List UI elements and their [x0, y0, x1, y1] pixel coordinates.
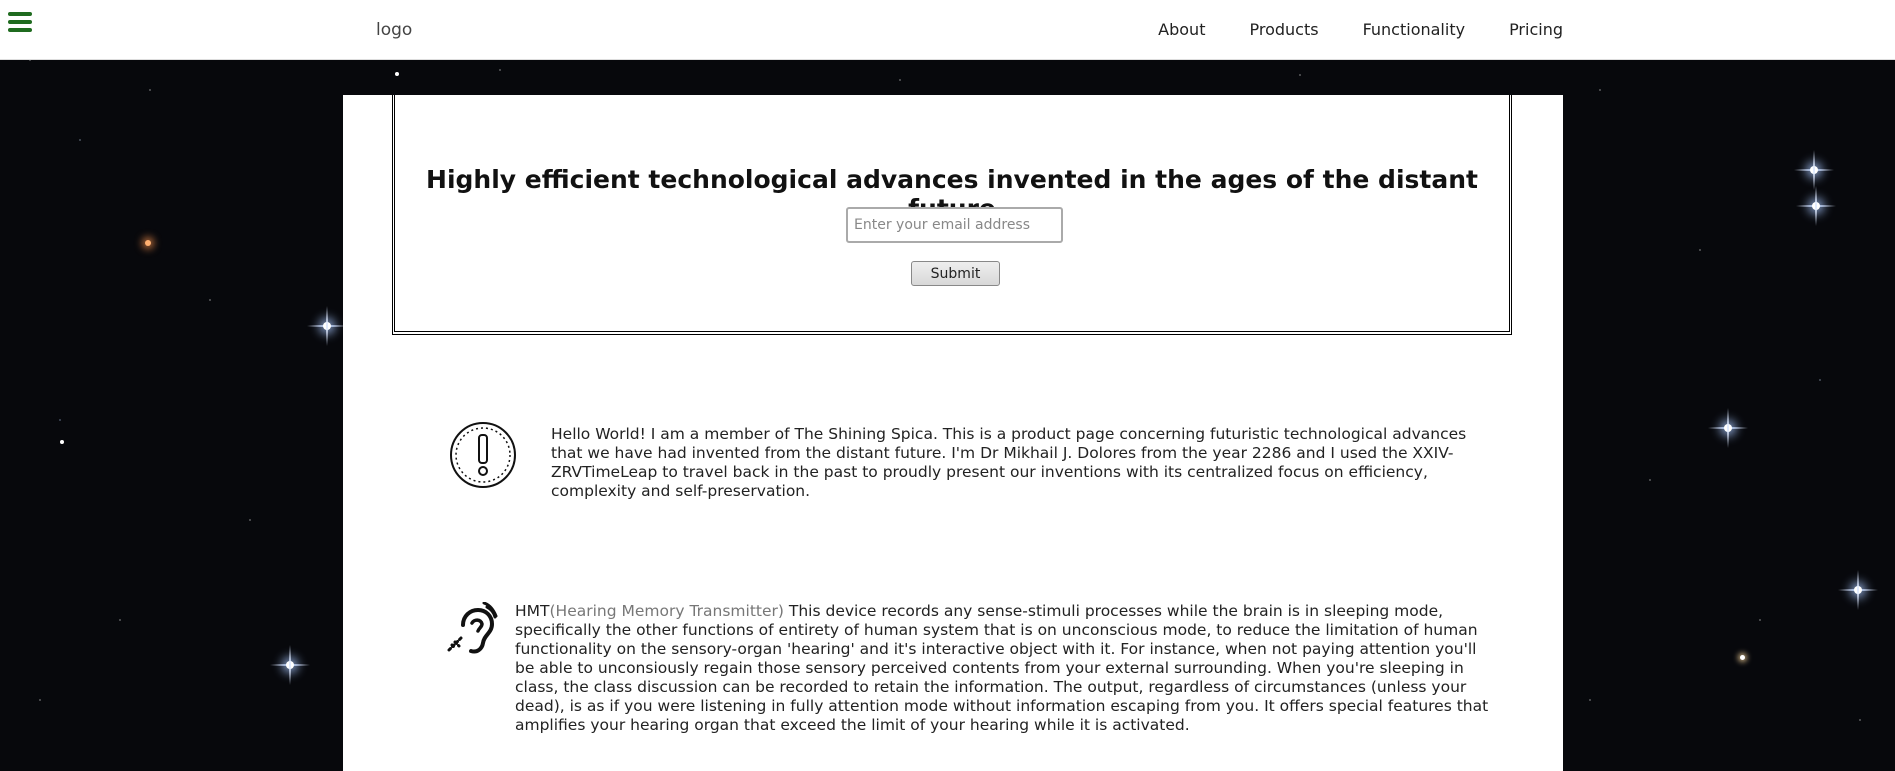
email-input[interactable] — [846, 207, 1063, 243]
star — [1796, 186, 1836, 226]
star — [395, 72, 399, 76]
hmt-title: HMT — [515, 602, 550, 620]
nav-links: About Products Functionality Pricing — [1158, 20, 1563, 39]
star — [1708, 408, 1748, 448]
hearing-assist-icon — [447, 602, 498, 654]
intro-text: Hello World! I am a member of The Shinin… — [551, 425, 1467, 500]
top-navbar: logo About Products Functionality Pricin… — [0, 0, 1895, 60]
star — [60, 440, 64, 444]
star — [270, 645, 310, 685]
hero-section: Highly efficient technological advances … — [392, 95, 1512, 335]
intro-feature: Hello World! I am a member of The Shinin… — [449, 421, 1491, 501]
nav-link-about[interactable]: About — [1158, 20, 1205, 39]
star — [1794, 150, 1834, 190]
star — [307, 306, 347, 346]
submit-button[interactable]: Submit — [911, 261, 1000, 286]
star — [1740, 655, 1745, 660]
exclamation-circle-icon — [450, 422, 516, 488]
main-panel: Highly efficient technological advances … — [343, 95, 1563, 771]
hmt-feature: HMT(Hearing Memory Transmitter) This dev… — [445, 602, 1490, 735]
nav-link-pricing[interactable]: Pricing — [1509, 20, 1563, 39]
nav-link-functionality[interactable]: Functionality — [1363, 20, 1466, 39]
hmt-text: This device records any sense-stimuli pr… — [515, 602, 1489, 734]
hmt-subtitle: (Hearing Memory Transmitter) — [549, 602, 784, 620]
nav-link-products[interactable]: Products — [1249, 20, 1318, 39]
hmt-description: HMT(Hearing Memory Transmitter) This dev… — [515, 602, 1490, 735]
star — [1838, 570, 1878, 610]
star — [145, 240, 151, 246]
menu-icon[interactable] — [8, 12, 32, 34]
logo[interactable]: logo — [376, 20, 412, 40]
